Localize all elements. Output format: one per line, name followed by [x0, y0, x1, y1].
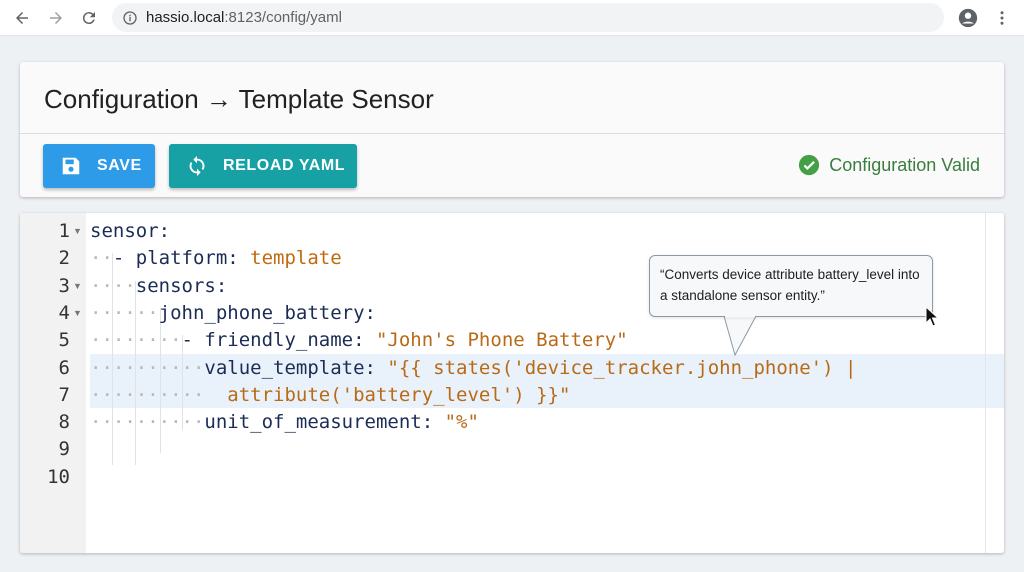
fold-toggle-icon[interactable]: ▼ [73, 273, 82, 300]
forward-arrow-icon [50, 12, 62, 24]
code-token: template [250, 247, 342, 270]
sync-icon [185, 154, 209, 178]
reload-page-button[interactable] [77, 6, 101, 30]
code-line[interactable]: ·········· attribute('battery_level') }}… [90, 382, 570, 409]
indent-dots: ······ [90, 301, 159, 324]
indent-dots: ········ [90, 329, 182, 352]
check-circle-icon [798, 154, 820, 176]
forward-button[interactable] [44, 6, 68, 30]
code-line[interactable]: ··- platform: template [90, 245, 342, 272]
address-bar[interactable]: hassio.local:8123/config/yaml [112, 3, 944, 32]
editor-scroll-divider [985, 213, 986, 553]
save-button[interactable]: SAVE [43, 144, 155, 188]
indent-dots: ···· [90, 274, 136, 297]
line-number: 2 [58, 247, 70, 270]
code-line[interactable]: ··········unit_of_measurement: "%" [90, 409, 479, 436]
code-token: sensor: [90, 220, 171, 242]
indent-dots: ·········· [90, 383, 205, 406]
config-header-card: Configuration → Template Sensor SAVE REL… [20, 62, 1004, 197]
profile-button[interactable] [956, 6, 980, 30]
line-number: 9 [58, 438, 70, 461]
save-button-label: SAVE [97, 157, 142, 174]
back-button[interactable] [10, 6, 34, 30]
code-line[interactable]: ··········value_template: "{{ states('de… [90, 355, 856, 382]
fold-toggle-icon[interactable]: ▼ [73, 300, 82, 327]
code-token: value_template: [204, 356, 388, 379]
code-token: attribute('battery_level') }}" [204, 383, 571, 406]
indent-dots: ·· [90, 247, 113, 270]
save-icon [59, 154, 83, 178]
fold-toggle-icon[interactable]: ▼ [73, 218, 82, 245]
line-number: 5 [58, 329, 70, 352]
code-token: - platform: [112, 247, 251, 270]
code-token: "%" [444, 411, 479, 434]
browser-toolbar: hassio.local:8123/config/yaml [0, 0, 1024, 36]
account-icon [958, 8, 978, 28]
code-token: - friendly_name: [181, 329, 376, 352]
url-host: hassio.local [146, 9, 225, 26]
url-path: :8123/config/yaml [224, 9, 342, 26]
code-token: "John's Phone Battery" [375, 329, 628, 352]
line-number: 6 [58, 356, 70, 379]
line-number: 7 [58, 383, 70, 406]
code-line[interactable]: ····sensors: [90, 273, 227, 300]
line-number: 8 [58, 411, 70, 434]
code-token: "{{ states('device_tracker.john_phone') … [387, 356, 857, 379]
reload-yaml-label: RELOAD YAML [223, 157, 346, 174]
code-line[interactable]: ······john_phone_battery: [90, 300, 376, 327]
annotation-tooltip: “Converts device attribute battery_level… [649, 255, 933, 317]
code-token: john_phone_battery: [158, 301, 376, 324]
code-token: sensors: [135, 274, 228, 297]
status-text: Configuration Valid [829, 154, 980, 175]
line-number: 10 [47, 465, 70, 488]
code-token: unit_of_measurement: [204, 411, 445, 434]
code-line[interactable]: ········- friendly_name: "John's Phone B… [90, 327, 628, 354]
line-number: 3 [58, 274, 70, 297]
reload-icon [82, 12, 95, 25]
indent-dots: ·········· [90, 411, 205, 434]
info-icon [123, 10, 137, 25]
validation-status: Configuration Valid [798, 154, 980, 176]
more-vert-icon [1000, 11, 1004, 25]
back-arrow-icon [16, 12, 28, 24]
line-number: 1 [58, 220, 70, 242]
pointer-cursor-icon [925, 306, 940, 327]
indent-dots: ·········· [90, 356, 205, 379]
url-text: hassio.local:8123/config/yaml [146, 9, 342, 26]
header-divider [20, 133, 1004, 134]
line-number: 4 [58, 301, 70, 324]
page-title: Configuration → Template Sensor [44, 84, 434, 114]
reload-yaml-button[interactable]: RELOAD YAML [169, 144, 357, 188]
browser-menu-button[interactable] [990, 6, 1014, 30]
code-line[interactable]: sensor: [90, 218, 170, 245]
